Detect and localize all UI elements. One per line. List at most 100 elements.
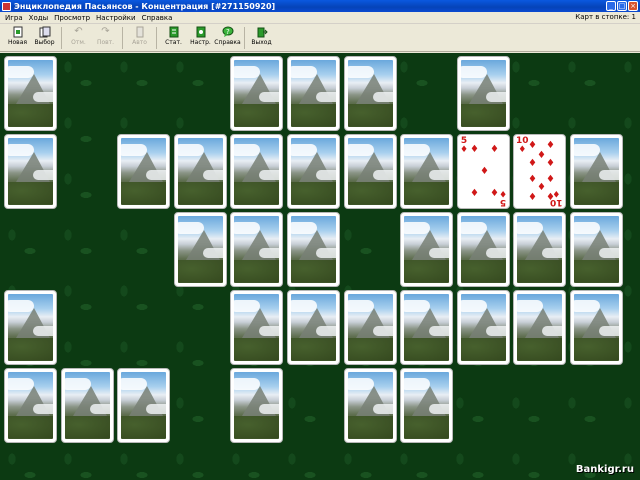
stock-label: Карт в стопке: xyxy=(575,13,630,21)
redo-button[interactable]: ↷ Повт. xyxy=(92,26,119,51)
card-back[interactable] xyxy=(344,368,397,443)
card-back-image xyxy=(121,138,166,205)
auto-icon xyxy=(133,26,147,38)
choose-game-button[interactable]: Выбор xyxy=(31,26,58,51)
card-back[interactable] xyxy=(287,134,340,209)
card-back[interactable] xyxy=(457,212,510,287)
card-back[interactable] xyxy=(287,56,340,131)
card-back[interactable] xyxy=(4,134,57,209)
new-game-label: Новая xyxy=(7,39,27,46)
card-back[interactable] xyxy=(230,368,283,443)
maximize-icon[interactable]: □ xyxy=(617,1,627,11)
new-game-button[interactable]: Новая xyxy=(4,26,31,51)
card-back[interactable] xyxy=(570,290,623,365)
diamond-icon: ♦ xyxy=(528,158,537,169)
card-back[interactable] xyxy=(230,56,283,131)
card-back[interactable] xyxy=(400,290,453,365)
help-button[interactable]: ? Справка xyxy=(214,26,241,51)
card-back-image xyxy=(291,60,336,127)
card-back[interactable] xyxy=(174,134,227,209)
card-back-image xyxy=(404,138,449,205)
diamond-icon: ♦ xyxy=(528,192,537,203)
game-board: 5 ♦ ♦ ♦ ♦ ♦ ♦ 5 ♦ 10 ♦ ♦ ♦ ♦ ♦ ♦ ♦ ♦ ♦ ♦… xyxy=(0,53,640,480)
card-back-image xyxy=(404,216,449,283)
card-back[interactable] xyxy=(344,134,397,209)
card-back[interactable] xyxy=(400,134,453,209)
card-back[interactable] xyxy=(117,134,170,209)
card-back-image xyxy=(404,294,449,361)
card-back-image xyxy=(234,216,279,283)
card-back[interactable] xyxy=(570,212,623,287)
card-back-image xyxy=(461,294,506,361)
card-back[interactable] xyxy=(513,212,566,287)
card-back[interactable] xyxy=(344,56,397,131)
card-corner: 10 ♦ xyxy=(516,137,529,155)
card-back-image xyxy=(234,372,279,439)
card-back-image xyxy=(65,372,110,439)
window-title: Энциклопедия Пасьянсов - Концентрация [#… xyxy=(14,1,276,11)
card-back[interactable] xyxy=(457,290,510,365)
menu-settings[interactable]: Настройки xyxy=(93,14,139,22)
card-back-image xyxy=(291,216,336,283)
choose-game-label: Выбор xyxy=(34,39,55,46)
menu-moves[interactable]: Ходы xyxy=(26,14,51,22)
card-back-image xyxy=(178,138,223,205)
menu-help[interactable]: Справка xyxy=(139,14,176,22)
diamond-icon: ♦ xyxy=(490,144,499,155)
exit-button[interactable]: Выход xyxy=(248,26,275,51)
card-back[interactable] xyxy=(230,212,283,287)
card-back-image xyxy=(348,294,393,361)
diamond-icon: ♦ xyxy=(546,174,555,185)
close-icon[interactable]: × xyxy=(628,1,638,11)
card-back[interactable] xyxy=(4,368,57,443)
card-back[interactable] xyxy=(230,290,283,365)
card-back-image xyxy=(8,294,53,361)
undo-button[interactable]: ↶ Отм. xyxy=(65,26,92,51)
settings-button[interactable]: Настр. xyxy=(187,26,214,51)
card-back[interactable] xyxy=(174,212,227,287)
diamond-icon: ♦ xyxy=(528,174,537,185)
stats-button[interactable]: Стат. xyxy=(160,26,187,51)
card-back-image xyxy=(574,138,619,205)
menu-game[interactable]: Игра xyxy=(2,14,26,22)
card-back[interactable] xyxy=(4,290,57,365)
redo-label: Повт. xyxy=(96,39,115,46)
app-icon xyxy=(2,1,11,11)
card-ten-of-diamonds[interactable]: 10 ♦ ♦ ♦ ♦ ♦ ♦ ♦ ♦ ♦ ♦ ♦ 10 ♦ xyxy=(513,134,566,209)
minimize-icon[interactable]: _ xyxy=(606,1,616,11)
menu-view[interactable]: Просмотр xyxy=(51,14,93,22)
card-back[interactable] xyxy=(4,56,57,131)
card-back[interactable] xyxy=(570,134,623,209)
card-back-image xyxy=(348,138,393,205)
window-controls: _ □ × xyxy=(606,1,638,11)
card-back[interactable] xyxy=(457,56,510,131)
help-label: Справка xyxy=(214,39,241,46)
card-back[interactable] xyxy=(400,212,453,287)
undo-label: Отм. xyxy=(71,39,86,46)
toolbar-separator xyxy=(244,27,245,49)
svg-text:?: ? xyxy=(226,28,230,36)
card-corner: 10 ♦ xyxy=(550,188,563,207)
card-back[interactable] xyxy=(287,212,340,287)
card-back-image xyxy=(8,372,53,439)
choose-game-icon xyxy=(38,26,52,38)
toolbar: Новая Выбор ↶ Отм. ↷ Повт. Авто Стат. На… xyxy=(0,24,640,52)
card-back[interactable] xyxy=(117,368,170,443)
settings-icon xyxy=(194,26,208,38)
card-rank: 5 xyxy=(499,197,507,207)
stock-counter: Карт в стопке: 1 xyxy=(575,13,636,21)
card-back[interactable] xyxy=(344,290,397,365)
card-back[interactable] xyxy=(400,368,453,443)
settings-label: Настр. xyxy=(190,39,211,46)
auto-button[interactable]: Авто xyxy=(126,26,153,51)
card-back[interactable] xyxy=(287,290,340,365)
card-back[interactable] xyxy=(230,134,283,209)
card-five-of-diamonds[interactable]: 5 ♦ ♦ ♦ ♦ ♦ ♦ 5 ♦ xyxy=(457,134,510,209)
stock-count: 1 xyxy=(631,13,636,21)
help-icon: ? xyxy=(221,26,235,38)
card-back[interactable] xyxy=(61,368,114,443)
stats-icon xyxy=(167,26,181,38)
card-back[interactable] xyxy=(513,290,566,365)
diamond-icon: ♦ xyxy=(460,145,469,155)
diamond-icon: ♦ xyxy=(537,182,546,193)
